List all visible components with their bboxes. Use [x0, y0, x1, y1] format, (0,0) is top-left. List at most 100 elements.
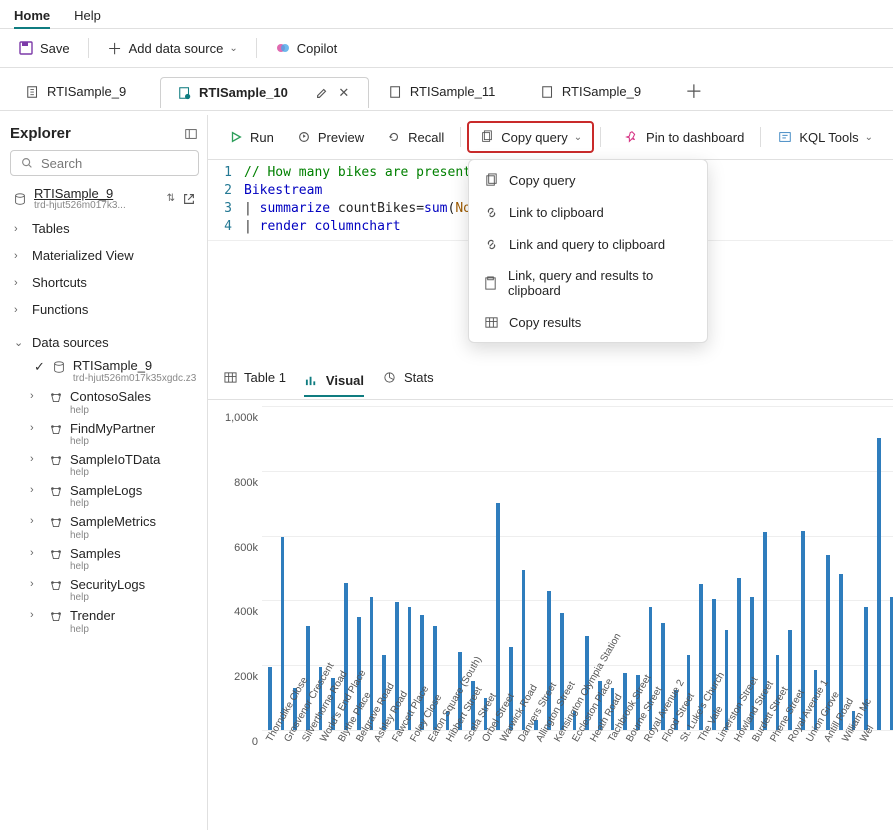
ds-help: help [70, 592, 145, 603]
menu-help[interactable]: Help [74, 8, 101, 24]
copy-menu-item[interactable]: Link to clipboard [469, 196, 707, 228]
copilot-icon [275, 40, 291, 56]
tab-table[interactable]: Table 1 [222, 369, 286, 391]
tools-icon [777, 129, 793, 145]
file-tab[interactable]: RTISample_11 [371, 76, 521, 107]
search-input[interactable]: Search [10, 150, 199, 176]
cluster-icon [48, 547, 64, 563]
copy-menu-item[interactable]: Link and query to clipboard [469, 228, 707, 260]
tree-group-label: Materialized View [32, 248, 134, 263]
file-tab-label: RTISample_9 [562, 84, 641, 99]
tree-group[interactable]: › Shortcuts [10, 269, 199, 296]
ds-name: SampleMetrics [70, 515, 156, 529]
add-tab-button[interactable]: ＋ [675, 72, 713, 110]
copy-menu-item[interactable]: Copy results [469, 306, 707, 338]
pin-icon [624, 129, 640, 145]
edit-icon[interactable] [314, 85, 330, 101]
pin-dashboard-button[interactable]: Pin to dashboard [614, 123, 754, 151]
db-sub: trd-hjut526m017k3... [34, 201, 161, 211]
data-source-checked[interactable]: ✓ RTISample_9 trd-hjut526m017k35xgdc.z3 [10, 356, 199, 387]
ds-help: help [70, 498, 142, 509]
data-source-item[interactable]: ›ContosoSaleshelp [10, 387, 199, 418]
search-placeholder: Search [41, 156, 82, 171]
data-sources-group[interactable]: ⌄ Data sources [10, 329, 199, 356]
tab-visual-label: Visual [326, 373, 364, 388]
kql-tools-button[interactable]: KQL Tools ⌄ [767, 123, 883, 151]
y-tick: 200k [234, 671, 258, 683]
ds-name: SampleLogs [70, 484, 142, 498]
x-axis-labels: Thorndike CloseGrosvenor CrescentSilvert… [268, 732, 893, 830]
tree-group[interactable]: ›Tables [10, 215, 199, 242]
y-tick: 800k [234, 477, 258, 489]
tab-visual[interactable]: Visual [304, 373, 364, 397]
preview-button[interactable]: Preview [286, 123, 374, 151]
collapse-panel-icon[interactable] [183, 126, 199, 142]
result-tabs: Table 1 Visual Stats [208, 361, 893, 400]
recall-button[interactable]: Recall [376, 123, 454, 151]
menu-item-label: Link and query to clipboard [509, 237, 665, 252]
query-toolbar: Run Preview Recall Copy query ⌄ [208, 115, 893, 160]
data-source-item[interactable]: ›SampleMetricshelp [10, 512, 199, 543]
tree-group[interactable]: ›Functions [10, 296, 199, 323]
table-icon [483, 314, 499, 330]
copy-menu-item[interactable]: Copy query [469, 164, 707, 196]
file-tab-label: RTISample_11 [410, 84, 496, 99]
tools-label: KQL Tools [799, 130, 858, 145]
stats-icon [382, 369, 398, 385]
ds-name: SampleIoTData [70, 453, 160, 467]
chevron-down-icon: ⌄ [865, 132, 873, 143]
explorer-panel: Explorer Search RTISample_9 trd-hjut526m… [0, 115, 208, 830]
tree-group-label: Shortcuts [32, 275, 87, 290]
plus-icon: ＋ [107, 40, 123, 56]
queryset-icon [177, 85, 193, 101]
explorer-title: Explorer [10, 125, 71, 142]
cluster-icon [48, 390, 64, 406]
save-button[interactable]: Save [10, 35, 78, 61]
copy-icon [479, 129, 495, 145]
data-source-item[interactable]: ›SampleLogshelp [10, 481, 199, 512]
copy-icon [483, 172, 499, 188]
ds-help: help [70, 467, 160, 478]
database-selector[interactable]: RTISample_9 trd-hjut526m017k3... ⇅ [10, 182, 199, 215]
tab-stats[interactable]: Stats [382, 369, 434, 391]
menu-home[interactable]: Home [14, 8, 50, 29]
data-source-item[interactable]: ›SecurityLogshelp [10, 575, 199, 606]
open-external-icon[interactable] [181, 191, 197, 207]
chevron-right-icon: › [30, 453, 42, 465]
file-tab[interactable]: RTISample_9 [8, 76, 158, 107]
data-source-item[interactable]: ›Trenderhelp [10, 606, 199, 637]
file-tab[interactable]: RTISample_9 [523, 76, 673, 107]
copilot-button[interactable]: Copilot [267, 35, 345, 61]
chart-bar[interactable] [877, 438, 881, 730]
y-tick: 600k [234, 542, 258, 554]
ds-name: ContosoSales [70, 390, 151, 404]
top-menu: Home Help [0, 0, 893, 29]
copy-query-button[interactable]: Copy query ⌄ [469, 123, 592, 151]
run-button[interactable]: Run [218, 123, 284, 151]
file-tab-label: RTISample_10 [199, 85, 288, 100]
y-tick: 1,000k [225, 412, 258, 424]
chevron-right-icon: › [14, 304, 26, 316]
chart-bar[interactable] [268, 667, 272, 730]
copy-menu-item[interactable]: Link, query and results to clipboard [469, 260, 707, 306]
chevron-down-icon: ⌄ [229, 43, 237, 54]
data-source-item[interactable]: ›Sampleshelp [10, 544, 199, 575]
updown-icon[interactable]: ⇅ [167, 193, 175, 204]
add-data-source-button[interactable]: ＋ Add data source ⌄ [99, 35, 246, 61]
chevron-right-icon: › [14, 277, 26, 289]
chevron-right-icon: › [30, 390, 42, 402]
close-icon[interactable]: ✕ [336, 85, 352, 101]
cluster-icon [48, 422, 64, 438]
cluster-icon [48, 453, 64, 469]
cluster-icon [48, 515, 64, 531]
chart-bar[interactable] [281, 537, 285, 730]
cluster-icon [48, 609, 64, 625]
file-tab[interactable]: RTISample_10 ✕ [160, 77, 369, 108]
data-source-item[interactable]: ›FindMyPartnerhelp [10, 419, 199, 450]
data-source-item[interactable]: › SampleIoTDatahelp [10, 450, 199, 481]
toolbar: Save ＋ Add data source ⌄ Copilot [0, 29, 893, 68]
tree-group[interactable]: ›Materialized View [10, 242, 199, 269]
chevron-right-icon: › [30, 515, 42, 527]
tree-group-label: Tables [32, 221, 70, 236]
play-icon [228, 129, 244, 145]
